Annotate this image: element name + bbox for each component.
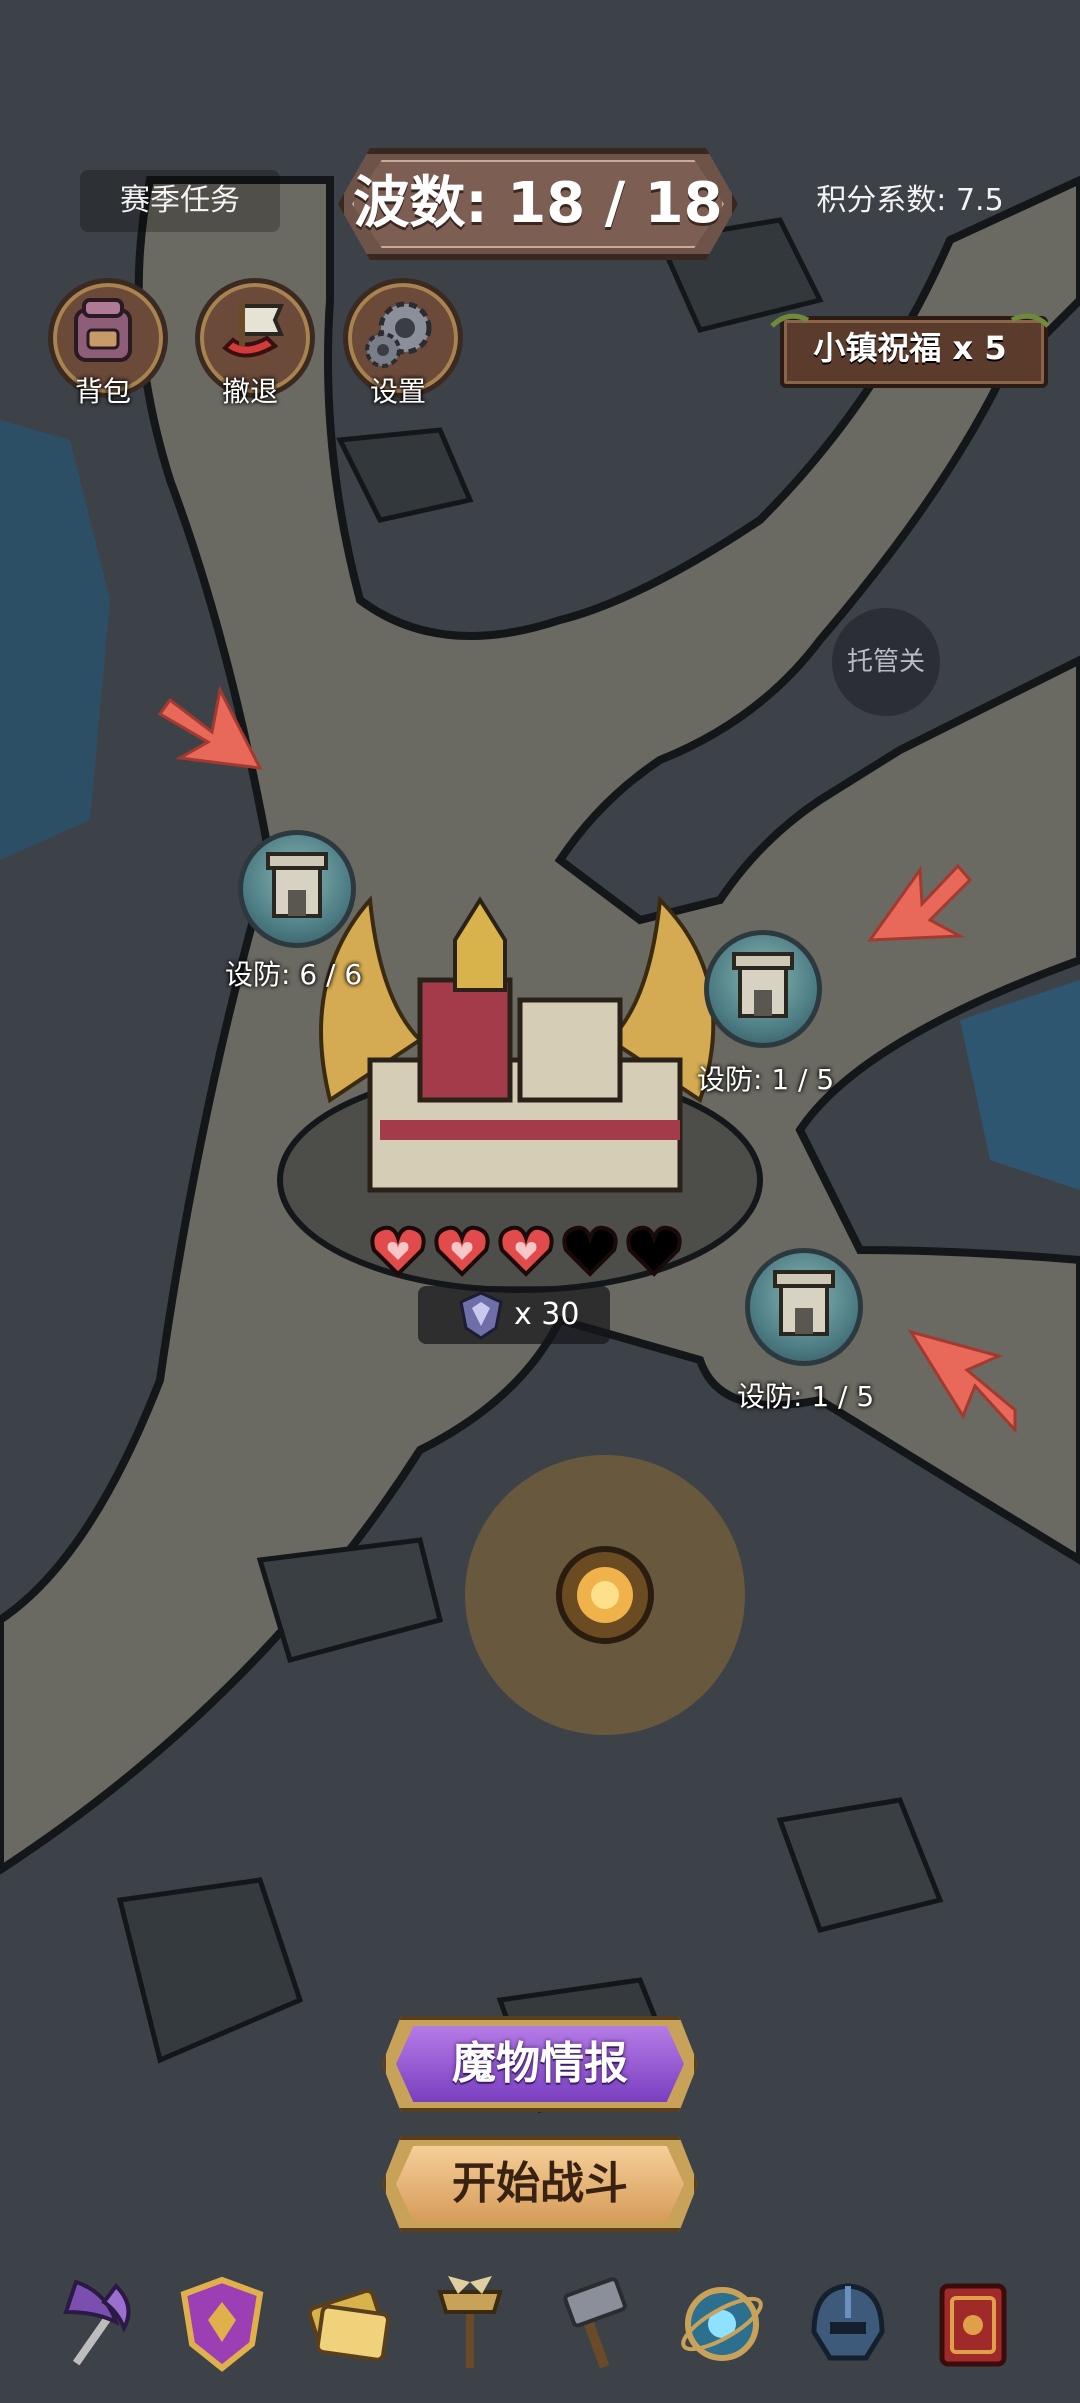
- crest-shield-icon[interactable]: [170, 2272, 274, 2376]
- forge-hammer-icon[interactable]: [544, 2272, 648, 2376]
- wave-counter: 波数: 18 / 18: [338, 148, 738, 260]
- game-screen: { "header":{ "season_tasks":"赛季任务", "wav…: [0, 0, 1080, 2403]
- helmet-icon[interactable]: [796, 2272, 900, 2376]
- season-tasks-button[interactable]: 赛季任务: [80, 170, 280, 232]
- tower-defense-label: 设防: 6 / 6: [225, 958, 363, 991]
- tower-defense-label: 设防: 1 / 5: [737, 1380, 875, 1413]
- tower-defense-label: 设防: 1 / 5: [697, 1063, 835, 1096]
- backpack-label: 背包: [74, 375, 131, 408]
- monster-info-button[interactable]: 魔物情报: [382, 2016, 698, 2112]
- town-blessing-text: 小镇祝福 x 5: [813, 329, 1007, 367]
- heart-full-icon: [498, 1225, 554, 1277]
- heart-empty-icon: [562, 1225, 618, 1277]
- auto-battle-toggle[interactable]: 托管关: [832, 608, 940, 716]
- enemy-path-arrow-icon: [907, 1329, 1017, 1434]
- tower-icon: [773, 1270, 835, 1336]
- defense-tower[interactable]: [238, 830, 356, 948]
- start-battle-label: 开始战斗: [452, 2158, 628, 2209]
- heart-full-icon: [434, 1225, 490, 1277]
- enemy-path-arrow-icon: [866, 863, 973, 942]
- heart-full-icon: [370, 1225, 426, 1277]
- winged-hammer-icon[interactable]: [418, 2272, 522, 2376]
- backpack-button[interactable]: 背包: [38, 278, 168, 408]
- retreat-flag-icon: [222, 302, 285, 358]
- enemy-path-arrow-icon: [157, 685, 263, 770]
- tickets-icon[interactable]: [296, 2272, 400, 2376]
- score-coefficient: 积分系数: 7.5: [816, 183, 1004, 218]
- backpack-icon: [74, 298, 132, 362]
- start-battle-button[interactable]: 开始战斗: [382, 2136, 698, 2232]
- defense-tower[interactable]: [704, 930, 822, 1048]
- castle-reward: x 30: [418, 1286, 610, 1344]
- shield-badge-icon: [459, 1291, 503, 1340]
- bottom-toolbar: [0, 2262, 1080, 2392]
- retreat-button[interactable]: 撤退: [185, 278, 315, 408]
- settings-button[interactable]: 设置: [333, 278, 463, 408]
- reward-count: x 30: [514, 1297, 580, 1332]
- tower-icon: [732, 952, 794, 1018]
- town-blessing-badge[interactable]: 小镇祝福 x 5: [770, 310, 1050, 388]
- gear-icon: [365, 301, 432, 368]
- retreat-label: 撤退: [221, 375, 278, 408]
- tower-icon: [266, 852, 328, 918]
- heart-empty-icon: [626, 1225, 682, 1277]
- wave-text: 波数: 18 / 18: [353, 171, 723, 236]
- magic-orb-icon[interactable]: [670, 2272, 774, 2376]
- battle-axe-icon[interactable]: [46, 2272, 150, 2376]
- castle-health: [368, 1224, 688, 1284]
- defense-tower[interactable]: [745, 1248, 863, 1366]
- spellbook-icon[interactable]: [922, 2272, 1026, 2376]
- monster-info-label: 魔物情报: [452, 2038, 628, 2089]
- settings-label: 设置: [369, 375, 426, 408]
